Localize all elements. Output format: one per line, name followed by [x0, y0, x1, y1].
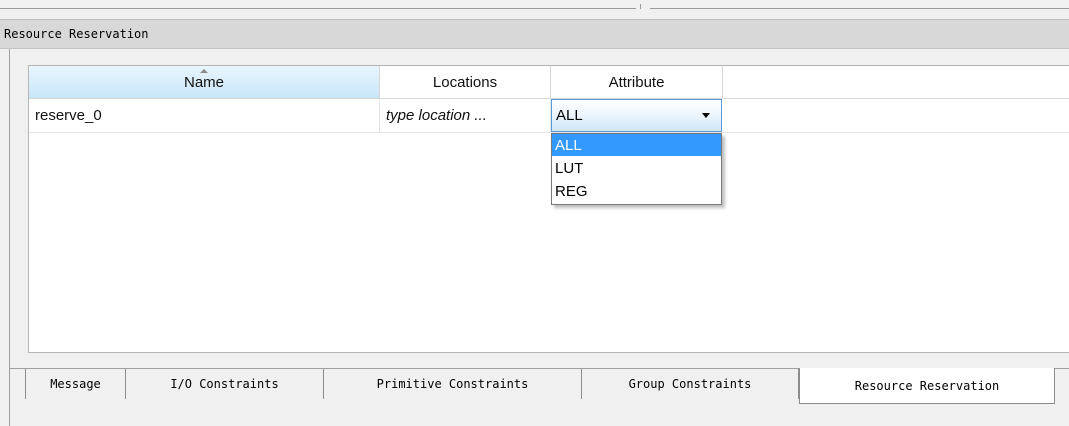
name-cell[interactable]: reserve_0: [29, 99, 380, 132]
table-row[interactable]: reserve_0 type location ... ALL: [29, 99, 1069, 133]
splitter-grip[interactable]: [640, 4, 641, 9]
sort-ascending-icon: [200, 69, 208, 73]
panel-header: Resource Reservation: [0, 19, 1069, 49]
column-header-label: Locations: [432, 73, 498, 91]
reservation-table: Name Locations Attribute reserve_0 type …: [28, 65, 1069, 353]
column-header-label: Attribute: [608, 73, 665, 91]
locations-cell[interactable]: type location ...: [380, 99, 551, 132]
dropdown-option-lut[interactable]: LUT: [552, 157, 721, 179]
top-splitter[interactable]: [0, 0, 1069, 18]
dropdown-option-all[interactable]: ALL: [552, 134, 721, 156]
tab-io-constraints[interactable]: I/O Constraints: [126, 369, 324, 399]
name-value: reserve_0: [35, 107, 102, 124]
chevron-down-icon[interactable]: [702, 113, 710, 118]
column-header-name[interactable]: Name: [29, 66, 380, 99]
panel-body: Name Locations Attribute reserve_0 type …: [9, 49, 1069, 368]
tab-primitive-constraints[interactable]: Primitive Constraints: [324, 369, 582, 399]
locations-placeholder: type location ...: [386, 107, 487, 124]
dropdown-option-reg[interactable]: REG: [552, 180, 721, 202]
attribute-combobox[interactable]: ALL: [551, 99, 722, 132]
attribute-selected-value: ALL: [556, 107, 583, 124]
attribute-dropdown-list: ALL LUT REG: [551, 133, 722, 205]
bottom-tab-bar: Message I/O Constraints Primitive Constr…: [9, 368, 1069, 408]
panel-left-border: [9, 368, 10, 426]
panel-title: Resource Reservation: [4, 27, 149, 41]
splitter-line-left: [0, 8, 636, 9]
column-header-filler: [723, 66, 1069, 99]
tab-group-constraints[interactable]: Group Constraints: [582, 369, 799, 399]
column-header-locations[interactable]: Locations: [380, 66, 551, 99]
tab-message[interactable]: Message: [25, 369, 126, 399]
splitter-line-right: [650, 8, 1069, 9]
tab-resource-reservation[interactable]: Resource Reservation: [799, 368, 1055, 404]
column-header-label: Name: [183, 73, 224, 91]
column-header-attribute[interactable]: Attribute: [551, 66, 723, 99]
